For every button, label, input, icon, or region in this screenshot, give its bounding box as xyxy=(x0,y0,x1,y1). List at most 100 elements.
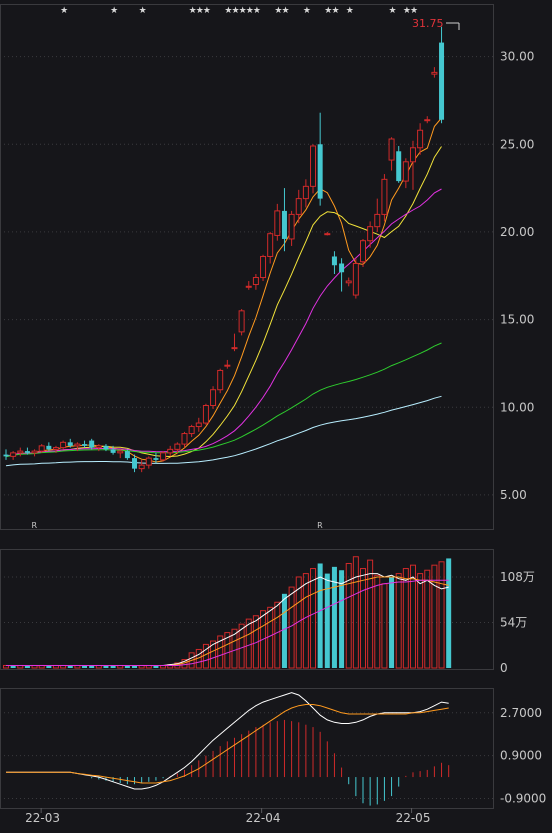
candle-body xyxy=(10,452,17,457)
candle-body xyxy=(89,440,95,448)
candle xyxy=(210,386,217,410)
candle-body xyxy=(117,450,124,454)
candle-body xyxy=(17,450,24,454)
candle-body xyxy=(252,277,259,286)
volume-bar xyxy=(446,558,452,668)
candle xyxy=(260,254,267,282)
x-axis-label: 22-05 xyxy=(396,811,431,825)
candle xyxy=(381,174,388,222)
candle-body xyxy=(302,185,309,200)
star-marker: ★ xyxy=(389,6,397,16)
candle-body xyxy=(245,285,252,288)
volume-bar xyxy=(281,593,287,668)
candle-body xyxy=(167,448,174,454)
r-marker: R xyxy=(32,521,38,530)
price-tick-label: 10.00 xyxy=(500,400,534,414)
candle-body xyxy=(217,369,224,391)
star-marker: ★ xyxy=(281,6,289,16)
volume-bar xyxy=(389,576,395,668)
macd-tick-label: 0.9000 xyxy=(500,749,542,763)
candle-body xyxy=(174,443,181,450)
candle-body xyxy=(74,443,81,447)
candle-body xyxy=(388,138,395,161)
candle-body xyxy=(132,458,138,469)
candle-body xyxy=(352,262,359,296)
candle-body xyxy=(210,389,217,407)
candle-body xyxy=(124,451,130,459)
candle-body xyxy=(367,226,374,242)
candle xyxy=(396,146,402,183)
candle-body xyxy=(145,457,152,466)
star-marker: ★ xyxy=(110,6,118,16)
volume-tick-label: 0 xyxy=(500,661,508,675)
candle-body xyxy=(310,145,317,187)
candle-body xyxy=(260,255,267,279)
macd-tick-label: 2.7000 xyxy=(500,706,542,720)
candle-body xyxy=(160,452,167,461)
price-tick-label: 20.00 xyxy=(500,225,534,239)
candle-body xyxy=(138,464,145,470)
price-tick-label: 25.00 xyxy=(500,137,534,151)
stock-chart: 30.00 25.00 20.00 15.00 10.00 5.00 108万 54万 0 2… xyxy=(0,0,552,833)
candle-body xyxy=(381,178,388,215)
candle-body xyxy=(38,445,45,452)
candle-body xyxy=(331,256,337,266)
candle-body xyxy=(345,280,352,284)
star-marker: ★ xyxy=(410,6,418,16)
price-tick-label: 30.00 xyxy=(500,50,534,64)
candle-body xyxy=(82,444,88,446)
candle-body xyxy=(188,426,195,435)
star-marker: ★ xyxy=(139,6,147,16)
candle-body xyxy=(67,442,73,446)
candle-body xyxy=(374,213,381,228)
candle-body xyxy=(274,210,281,236)
candle-body xyxy=(396,151,402,182)
candle-body xyxy=(181,433,188,445)
candle-body xyxy=(288,213,295,240)
candle-body xyxy=(52,447,59,450)
candle-body xyxy=(295,198,302,215)
candle-body xyxy=(24,451,30,453)
candle-body xyxy=(46,445,52,450)
x-axis-label: 22-03 xyxy=(25,811,60,825)
candle-body xyxy=(231,347,238,350)
candle xyxy=(60,440,67,450)
volume-tick-label: 54万 xyxy=(500,615,527,629)
volume-tick-label: 108万 xyxy=(500,570,535,584)
price-tick-label: 15.00 xyxy=(500,313,534,327)
candle-body xyxy=(402,161,409,182)
candle-body xyxy=(31,450,38,454)
star-marker: ★ xyxy=(331,6,339,16)
price-tick-label: 5.00 xyxy=(500,488,527,502)
candle-body xyxy=(267,233,274,257)
max-price-label: 31.75 xyxy=(412,17,444,30)
candle-body xyxy=(281,210,287,239)
r-marker: R xyxy=(317,521,323,530)
candle-body xyxy=(238,310,245,333)
candle xyxy=(310,144,317,194)
candle xyxy=(352,258,359,299)
star-marker: ★ xyxy=(203,6,211,16)
star-marker: ★ xyxy=(303,6,311,16)
x-axis-label: 22-04 xyxy=(246,811,281,825)
candle-body xyxy=(431,71,438,75)
candle xyxy=(238,309,245,336)
candle xyxy=(160,451,167,462)
candle xyxy=(38,444,45,453)
candle-body xyxy=(202,405,209,424)
volume-bar xyxy=(317,563,323,668)
candle-body xyxy=(60,441,67,449)
candle-body xyxy=(103,445,109,450)
volume-bar xyxy=(324,573,330,668)
candle-body xyxy=(3,454,9,457)
candle-body xyxy=(409,147,416,163)
candle-body xyxy=(424,119,431,122)
candle-body xyxy=(417,129,424,149)
macd-tick-label: -0.9000 xyxy=(500,791,546,805)
candle-body xyxy=(224,364,231,367)
candle-body xyxy=(95,445,102,449)
star-marker: ★ xyxy=(346,6,354,16)
candle-body xyxy=(317,144,323,199)
candle xyxy=(217,368,224,394)
candle-body xyxy=(339,263,345,273)
